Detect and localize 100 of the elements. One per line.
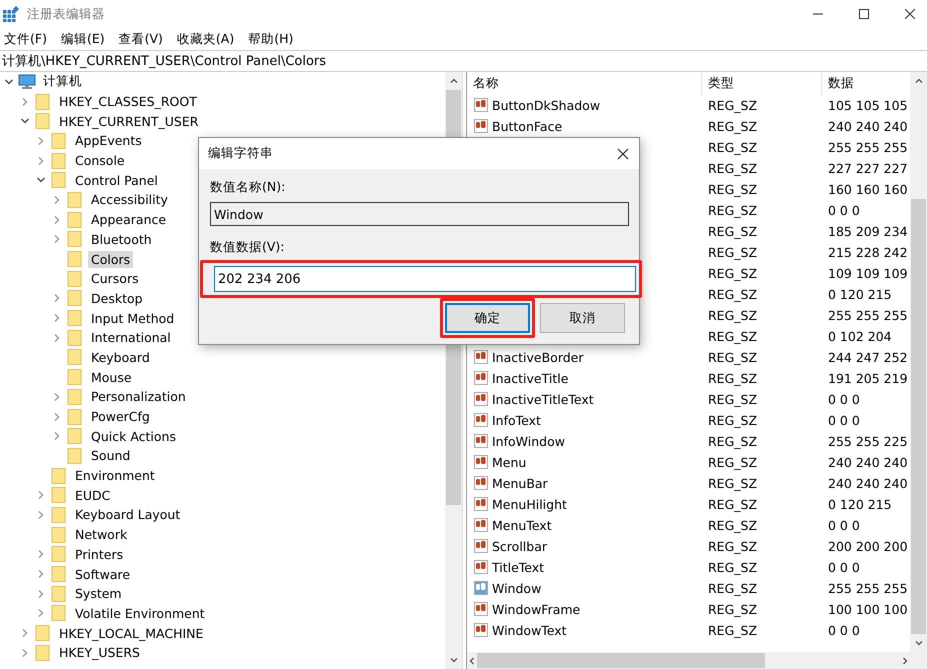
tree-item[interactable]: Sound: [88, 447, 134, 464]
expand-chevron-icon[interactable]: [52, 392, 62, 402]
value-name[interactable]: MenuHilight: [492, 497, 567, 512]
tree-item[interactable]: Bluetooth: [88, 230, 155, 248]
tree-item[interactable]: HKEY_CURRENT_USER: [56, 112, 202, 130]
tree-item[interactable]: Network: [72, 526, 130, 544]
tree-item[interactable]: Mouse: [88, 368, 135, 386]
value-name[interactable]: InactiveTitleText: [492, 392, 594, 407]
scroll-down-icon[interactable]: [448, 655, 458, 665]
tree-item[interactable]: International: [88, 329, 174, 346]
value-name[interactable]: Window: [492, 581, 542, 596]
value-data-field[interactable]: 202 234 206: [214, 266, 636, 292]
value-type: REG_SZ: [707, 140, 758, 155]
maximize-icon[interactable]: [859, 9, 869, 19]
expand-chevron-icon[interactable]: [52, 431, 62, 442]
value-type: REG_SZ: [707, 182, 758, 197]
scrollbar-thumb[interactable]: [911, 198, 926, 634]
tree-item[interactable]: Environment: [72, 467, 158, 484]
expand-chevron-icon[interactable]: [20, 628, 30, 638]
scroll-left-icon[interactable]: [467, 656, 477, 666]
expand-chevron-icon[interactable]: [52, 214, 62, 225]
value-name[interactable]: InfoWindow: [492, 434, 565, 449]
tree-item[interactable]: Colors: [88, 250, 134, 268]
scroll-down-icon[interactable]: [914, 638, 924, 648]
folder-icon: [66, 448, 84, 464]
value-name-field[interactable]: Window: [210, 202, 629, 226]
tree-item[interactable]: Input Method: [88, 310, 178, 327]
value-data: 160 160 160: [827, 182, 909, 197]
value-data: 255 255 255: [827, 140, 909, 155]
value-name[interactable]: Menu: [492, 455, 526, 470]
tree-item[interactable]: Software: [72, 566, 134, 583]
tree-item[interactable]: Quick Actions: [88, 428, 179, 445]
command-heading[interactable]: 文件(F): [4, 30, 47, 48]
expand-chevron-icon[interactable]: [36, 608, 46, 618]
tree-item[interactable]: System: [72, 585, 125, 602]
folder-icon: [66, 330, 84, 346]
expand-chevron-icon[interactable]: [52, 313, 62, 324]
expand-chevron-icon[interactable]: [52, 234, 62, 244]
tree-item[interactable]: Accessibility: [88, 191, 171, 208]
tree-item[interactable]: Personalization: [88, 388, 189, 406]
value-name[interactable]: InfoText: [492, 413, 541, 428]
tree-item[interactable]: HKEY_USERS: [56, 644, 143, 662]
value-name[interactable]: WindowText: [492, 623, 567, 638]
expand-chevron-icon[interactable]: [52, 194, 62, 205]
expand-chevron-icon[interactable]: [36, 510, 46, 520]
column-header[interactable]: 数据: [822, 72, 910, 95]
tree-item[interactable]: Cursors: [88, 270, 142, 288]
value-name[interactable]: ButtonFace: [492, 119, 562, 134]
value-name[interactable]: WindowFrame: [492, 602, 580, 617]
command-heading[interactable]: 收藏夹(A): [176, 30, 234, 48]
value-name[interactable]: TitleText: [492, 560, 544, 575]
expand-chevron-icon[interactable]: [52, 293, 62, 304]
value-name[interactable]: InactiveTitle: [492, 371, 568, 386]
tree-item[interactable]: EUDC: [72, 486, 114, 504]
expand-chevron-icon[interactable]: [36, 549, 46, 560]
tree-item[interactable]: Console: [72, 152, 128, 170]
tree-item[interactable]: PowerCfg: [88, 408, 153, 426]
collapse-chevron-icon[interactable]: [4, 76, 14, 87]
expand-chevron-icon[interactable]: [52, 412, 62, 422]
address-bar[interactable]: 计算机\HKEY_CURRENT_USER\Control Panel\Colors: [0, 50, 927, 72]
tree-item[interactable]: HKEY_LOCAL_MACHINE: [56, 624, 206, 642]
close-icon[interactable]: [905, 9, 915, 19]
expand-chevron-icon[interactable]: [36, 136, 46, 146]
scrollbar-thumb[interactable]: [477, 653, 765, 668]
command-heading[interactable]: 帮助(H): [248, 30, 294, 48]
expand-chevron-icon[interactable]: [36, 588, 46, 599]
value-name[interactable]: ButtonDkShadow: [492, 98, 600, 113]
tree-item[interactable]: HKEY_CLASSES_ROOT: [56, 93, 200, 110]
tree-item[interactable]: 计算机: [40, 72, 85, 92]
expand-chevron-icon[interactable]: [52, 332, 62, 343]
column-header[interactable]: 类型: [702, 72, 822, 95]
tree-item[interactable]: Appearance: [88, 211, 170, 228]
folder-icon: [66, 290, 84, 306]
value-name[interactable]: MenuText: [492, 518, 552, 533]
value-data: 0 0 0: [827, 623, 861, 638]
expand-chevron-icon[interactable]: [20, 648, 30, 658]
close-icon[interactable]: [617, 148, 629, 160]
tree-item[interactable]: Printers: [72, 546, 126, 563]
dialog-button[interactable]: 确定: [445, 303, 530, 333]
value-name[interactable]: MenuBar: [492, 476, 548, 491]
value-name[interactable]: InactiveBorder: [492, 350, 584, 365]
tree-item[interactable]: Keyboard Layout: [72, 506, 184, 524]
value-data: 100 100 100: [827, 602, 909, 617]
command-heading[interactable]: 查看(V): [118, 30, 163, 48]
value-name[interactable]: Scrollbar: [492, 539, 547, 554]
dialog-button[interactable]: 取消: [540, 303, 625, 333]
tree-item[interactable]: Control Panel: [72, 172, 161, 189]
tree-item[interactable]: AppEvents: [72, 132, 145, 150]
scroll-right-icon[interactable]: [900, 656, 910, 666]
tree-item[interactable]: Keyboard: [88, 348, 153, 366]
expand-chevron-icon[interactable]: [36, 490, 46, 500]
expand-chevron-icon[interactable]: [20, 96, 30, 107]
tree-item[interactable]: Volatile Environment: [72, 604, 208, 622]
expand-chevron-icon[interactable]: [36, 156, 46, 166]
value-data: 0 0 0: [827, 518, 861, 533]
tree-item[interactable]: Desktop: [88, 290, 146, 307]
expand-chevron-icon[interactable]: [36, 569, 46, 580]
command-heading[interactable]: 编辑(E): [60, 30, 105, 48]
value-data: 0 0 0: [827, 413, 861, 428]
column-header[interactable]: 名称: [467, 72, 702, 95]
